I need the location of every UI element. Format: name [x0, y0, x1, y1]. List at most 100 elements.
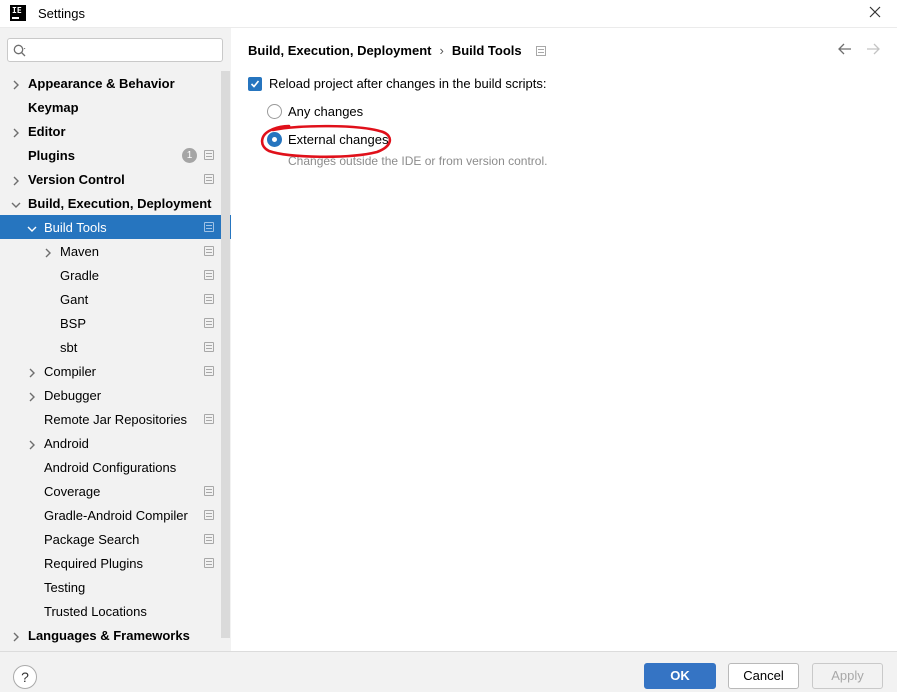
sidebar-item-languages-frameworks[interactable]: Languages & Frameworks [0, 623, 231, 647]
project-settings-icon [204, 270, 214, 280]
sidebar-item-version-control[interactable]: Version Control [0, 167, 231, 191]
chevron-right-icon[interactable] [11, 126, 21, 138]
sidebar-item-compiler[interactable]: Compiler [0, 359, 231, 383]
sidebar-item-coverage[interactable]: Coverage [0, 479, 231, 503]
chevron-right-icon[interactable] [11, 78, 21, 90]
sidebar-item-label: Languages & Frameworks [28, 627, 190, 643]
project-settings-icon [204, 222, 214, 232]
sidebar-scrollbar[interactable] [221, 71, 230, 638]
app-logo-icon: IE [10, 5, 26, 21]
sidebar-item-label: sbt [60, 339, 78, 355]
project-settings-icon [204, 510, 214, 520]
sidebar-item-label: Build, Execution, Deployment [28, 195, 212, 211]
settings-search-box[interactable] [7, 38, 223, 62]
sidebar-item-label: Required Plugins [44, 555, 144, 571]
any-changes-option[interactable]: Any changes [267, 104, 363, 119]
project-settings-icon [204, 174, 214, 184]
sidebar-item-label: Maven [60, 243, 100, 259]
sidebar-item-label: Editor [28, 123, 66, 139]
sidebar-item-debugger[interactable]: Debugger [0, 383, 231, 407]
chevron-right-icon[interactable] [27, 390, 37, 402]
project-settings-icon [204, 534, 214, 544]
sidebar-item-label: Appearance & Behavior [28, 75, 175, 91]
sidebar-item-bsp[interactable]: BSP [0, 311, 231, 335]
help-button[interactable]: ? [13, 665, 37, 689]
sidebar-item-gradle[interactable]: Gradle [0, 263, 231, 287]
sidebar-item-testing[interactable]: Testing [0, 575, 231, 599]
chevron-right-icon[interactable] [11, 630, 21, 642]
close-icon[interactable] [867, 4, 883, 20]
sidebar-item-label: Coverage [44, 483, 101, 499]
settings-sidebar: Appearance & Behavior Keymap Editor Plugins… [0, 28, 231, 651]
sidebar-item-required-plugins[interactable]: Required Plugins [0, 551, 231, 575]
sidebar-item-build-tools[interactable]: Build Tools [0, 215, 231, 239]
sidebar-item-sbt[interactable]: sbt [0, 335, 231, 359]
project-settings-icon [204, 294, 214, 304]
apply-button[interactable]: Apply [812, 663, 883, 689]
search-input[interactable] [32, 41, 218, 59]
project-settings-icon [535, 45, 546, 56]
breadcrumb-current: Build Tools [451, 43, 522, 58]
sidebar-item-label: Gradle-Android Compiler [44, 507, 188, 523]
sidebar-item-label: Compiler [44, 363, 97, 379]
search-icon [13, 44, 26, 57]
sidebar-item-package-search[interactable]: Package Search [0, 527, 231, 551]
forward-arrow-icon[interactable] [865, 42, 881, 59]
back-arrow-icon[interactable] [837, 42, 853, 59]
reload-project-option[interactable]: Reload project after changes in the buil… [248, 76, 547, 91]
reload-project-checkbox[interactable] [248, 76, 262, 91]
sidebar-item-label: Android Configurations [44, 459, 177, 475]
chevron-right-icon[interactable] [27, 438, 37, 450]
sidebar-item-maven[interactable]: Maven [0, 239, 231, 263]
project-settings-icon [204, 414, 214, 424]
sidebar-item-android-configurations[interactable]: Android Configurations [0, 455, 231, 479]
sidebar-item-label: BSP [60, 315, 87, 331]
any-changes-radio[interactable] [267, 104, 282, 119]
project-settings-icon [204, 342, 214, 352]
sidebar-item-label: Plugins [28, 147, 75, 163]
chevron-right-icon[interactable] [43, 246, 53, 258]
sidebar-item-label: Build Tools [44, 219, 107, 235]
project-settings-icon [204, 486, 214, 496]
sidebar-item-remote-jar-repositories[interactable]: Remote Jar Repositories [0, 407, 231, 431]
sidebar-item-label: Keymap [28, 99, 79, 115]
window-title: Settings [38, 6, 85, 21]
sidebar-item-label: Gant [60, 291, 89, 307]
reload-project-label: Reload project after changes in the buil… [269, 76, 547, 91]
project-settings-icon [204, 318, 214, 328]
sidebar-item-label: Package Search [44, 531, 140, 547]
sidebar-item-label: Android [44, 435, 89, 451]
title-bar: IE Settings [0, 0, 897, 28]
breadcrumb: Build, Execution, Deployment › Build Too… [248, 43, 546, 58]
project-settings-icon [204, 150, 214, 160]
sidebar-item-trusted-locations[interactable]: Trusted Locations [0, 599, 231, 623]
sidebar-item-label: Trusted Locations [44, 603, 147, 619]
sidebar-item-plugins[interactable]: Plugins 1 [0, 143, 231, 167]
sidebar-item-label: Debugger [44, 387, 102, 403]
chevron-right-icon[interactable] [11, 174, 21, 186]
update-count-badge: 1 [182, 148, 197, 163]
app-logo-text: IE [12, 6, 22, 15]
sidebar-item-gradle-android-compiler[interactable]: Gradle-Android Compiler [0, 503, 231, 527]
dialog-footer: ? OK Cancel Apply [0, 651, 897, 692]
sidebar-item-label: Testing [44, 579, 86, 595]
sidebar-item-editor[interactable]: Editor [0, 119, 231, 143]
checkmark-icon [250, 79, 260, 88]
chevron-down-icon[interactable] [11, 198, 21, 208]
chevron-down-icon[interactable] [27, 222, 37, 232]
chevron-right-icon[interactable] [27, 366, 37, 378]
ok-button[interactable]: OK [644, 663, 716, 689]
settings-content-panel: Build, Execution, Deployment › Build Too… [231, 28, 897, 651]
sidebar-item-build-execution-deployment[interactable]: Build, Execution, Deployment [0, 191, 231, 215]
sidebar-item-appearance-behavior[interactable]: Appearance & Behavior [0, 71, 231, 95]
project-settings-icon [204, 558, 214, 568]
red-annotation-circle [260, 124, 392, 159]
cancel-button[interactable]: Cancel [728, 663, 799, 689]
sidebar-item-android[interactable]: Android [0, 431, 231, 455]
breadcrumb-parent[interactable]: Build, Execution, Deployment [248, 43, 431, 58]
breadcrumb-separator: › [439, 43, 444, 58]
any-changes-label: Any changes [288, 104, 364, 119]
sidebar-item-label: Version Control [28, 171, 125, 187]
sidebar-item-keymap[interactable]: Keymap [0, 95, 231, 119]
sidebar-item-gant[interactable]: Gant [0, 287, 231, 311]
